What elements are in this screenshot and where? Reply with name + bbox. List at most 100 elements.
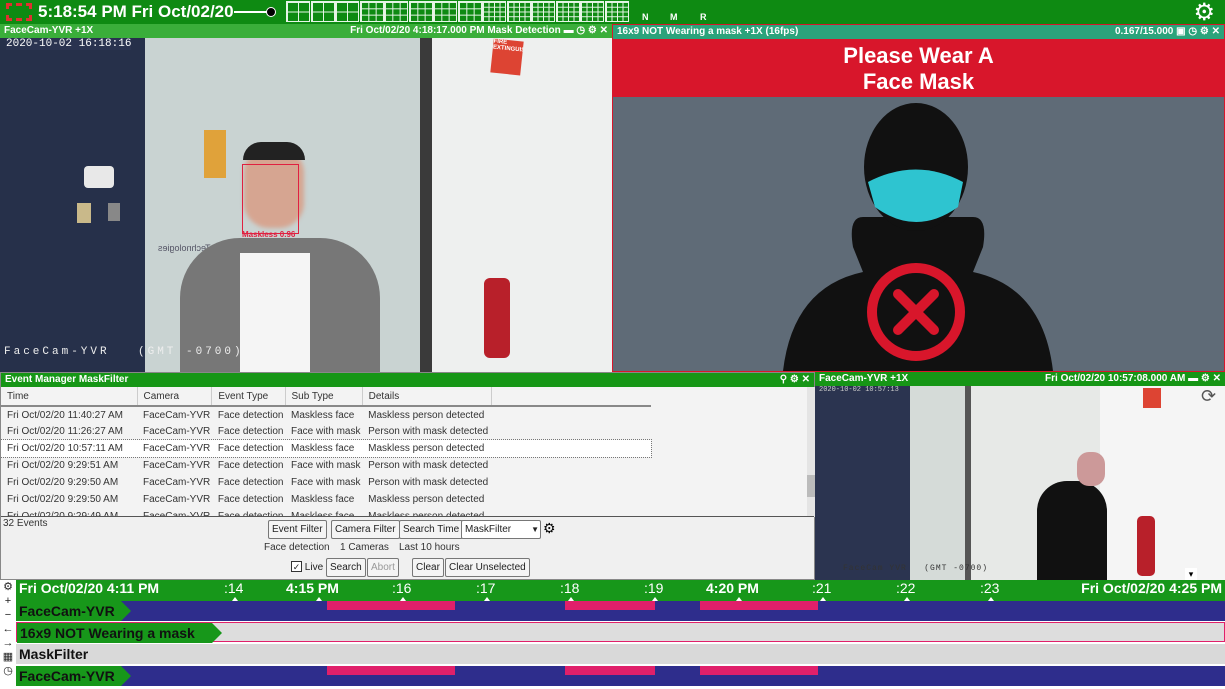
image-icon[interactable]: ▣ (1176, 26, 1185, 37)
timeline-row[interactable]: FaceCam-YVR (16, 601, 1225, 621)
layout-button-13[interactable] (580, 1, 604, 22)
layout-button-10[interactable] (506, 1, 531, 22)
layout-button-7[interactable] (433, 1, 457, 22)
camera-title: FaceCam-YVR +1X (4, 25, 94, 36)
detection-label: Maskless 0.96 (242, 230, 296, 239)
event-row[interactable]: Fri Oct/02/20 11:40:27 AM FaceCam-YVR Face… (1, 406, 651, 423)
event-segment[interactable] (699, 601, 819, 610)
marker-n[interactable]: N (642, 12, 649, 22)
event-cell: FaceCam-YVR (143, 494, 211, 505)
event-row[interactable]: Fri Oct/02/20 10:57:11 AM FaceCam-YVR Face… (1, 439, 652, 458)
timeline-tick-label: :21 (812, 580, 832, 596)
column-header-event-type[interactable]: Event Type (211, 387, 286, 406)
timeline-end-label: Fri Oct/02/20 4:25 PM (1081, 580, 1222, 596)
abort-button[interactable]: Abort (367, 558, 399, 577)
marker-r[interactable]: R (700, 12, 707, 22)
filter-select[interactable]: MaskFilter ▼ (461, 520, 541, 539)
events-table: Time Camera Event Type Sub Type Details Fri … (1, 387, 652, 517)
banner-line-1: Please Wear A (843, 43, 994, 68)
column-header-details[interactable]: Details (362, 387, 492, 406)
event-cell: Fri Oct/02/20 9:29:50 AM (7, 477, 119, 488)
event-cell: Face with mask (291, 460, 361, 471)
clock-icon[interactable]: ◷ (576, 25, 585, 36)
clear-unselected-button[interactable]: Clear Unselected (445, 558, 530, 577)
zoom-in-icon[interactable]: + (0, 594, 16, 608)
close-icon[interactable]: ✕ (1212, 26, 1220, 37)
clock-icon[interactable]: ◷ (1188, 26, 1197, 37)
record-icon[interactable]: ▬ (1188, 373, 1198, 384)
event-cell: Face detection (217, 443, 284, 454)
event-segment[interactable] (564, 666, 656, 675)
gear-icon[interactable]: ⚙ (0, 580, 16, 594)
arrow-right-icon[interactable]: → (0, 636, 16, 650)
events-scrollbar[interactable] (807, 387, 815, 517)
event-cell-blank (491, 423, 651, 440)
search-button[interactable]: Search (326, 558, 366, 577)
timeline-tick-label: :18 (560, 580, 580, 596)
top-toolbar: 5:18:54 PM Fri Oct/02/20 N M R ⚙ (0, 0, 1225, 27)
event-cell: Face detection (217, 477, 284, 488)
timeline-row[interactable]: FaceCam-YVR (16, 666, 1225, 686)
clear-button[interactable]: Clear (412, 558, 444, 577)
layout-button-1[interactable] (286, 1, 310, 22)
refresh-icon[interactable]: ⟳ (1201, 386, 1216, 407)
layout-button-12[interactable] (555, 1, 580, 22)
close-icon[interactable]: ✕ (1213, 373, 1221, 384)
event-segment[interactable] (564, 601, 656, 610)
timeline-row[interactable]: MaskFilter (16, 644, 1225, 664)
timeline-tick-label: 4:20 PM (706, 580, 759, 596)
search-time-button[interactable]: Search Time (399, 520, 464, 539)
event-row[interactable]: Fri Oct/02/20 11:26:27 AM FaceCam-YVR Face… (1, 423, 651, 440)
event-cell: Face detection (217, 409, 284, 421)
filter-settings-gear-icon[interactable]: ⚙ (543, 520, 556, 537)
event-filter-value: Face detection (264, 542, 330, 553)
column-header-sub-type[interactable]: Sub Type (285, 387, 363, 406)
download-icon[interactable]: ▾ (1185, 568, 1197, 580)
app-logo-icon[interactable] (6, 3, 32, 21)
event-segment[interactable] (326, 666, 455, 675)
event-row[interactable]: Fri Oct/02/20 9:29:50 AM FaceCam-YVR Face … (1, 474, 651, 491)
timeline-ruler[interactable]: Fri Oct/02/20 4:11 PM Fri Oct/02/20 4:25… (16, 580, 1225, 601)
timeline-row[interactable]: 16x9 NOT Wearing a mask (16, 622, 1225, 643)
video-feed[interactable]: 2020-10-02 10:57:13 ⟳ FaceCam YVR (GMT -… (815, 386, 1225, 580)
layout-button-14[interactable] (604, 1, 629, 22)
volume-slider[interactable] (226, 6, 276, 18)
gear-icon[interactable]: ⚙ (790, 374, 799, 385)
clock-icon[interactable]: ◷ (0, 664, 16, 678)
timeline-tick-label: :19 (644, 580, 664, 596)
mask-silhouette-illustration (783, 103, 1053, 371)
close-icon[interactable]: ✕ (600, 25, 608, 36)
detection-box (242, 164, 299, 234)
search-icon[interactable]: ⚲ (780, 374, 787, 385)
marker-m[interactable]: M (670, 12, 678, 22)
event-segment[interactable] (326, 601, 455, 610)
arrow-left-icon[interactable]: ← (0, 622, 16, 636)
event-row[interactable]: Fri Oct/02/20 9:29:50 AM FaceCam-YVR Face … (1, 491, 651, 508)
column-header-camera[interactable]: Camera (137, 387, 213, 406)
event-segment[interactable] (699, 666, 819, 675)
layout-button-3[interactable] (335, 1, 359, 22)
record-icon[interactable]: ▬ (564, 25, 574, 36)
event-filter-button[interactable]: Event Filter (268, 520, 327, 539)
layout-button-2[interactable] (310, 1, 335, 22)
event-cell: Maskless person detected (368, 443, 485, 454)
column-header-time[interactable]: Time (1, 387, 138, 406)
gear-icon[interactable]: ⚙ (588, 25, 597, 36)
camera-filter-button[interactable]: Camera Filter (331, 520, 400, 539)
layout-button-8[interactable] (457, 1, 482, 22)
layout-button-6[interactable] (408, 1, 433, 22)
layout-button-11[interactable] (531, 1, 555, 22)
gear-icon[interactable]: ⚙ (1201, 373, 1210, 384)
calendar-icon[interactable]: ▦ (0, 650, 16, 664)
close-icon[interactable]: ✕ (802, 374, 810, 385)
camera-header: FaceCam-YVR +1X Fri Oct/02/20 10:57:08.0… (815, 372, 1225, 386)
event-row[interactable]: Fri Oct/02/20 9:29:51 AM FaceCam-YVR Face … (1, 457, 651, 474)
settings-gear-icon[interactable]: ⚙ (1193, 0, 1215, 27)
live-checkbox[interactable]: ✓ Live (291, 561, 323, 573)
gear-icon[interactable]: ⚙ (1200, 26, 1209, 37)
video-feed[interactable]: 2020-10-02 16:18:16 FIRE EXTINGUISHER er… (0, 38, 612, 372)
zoom-out-icon[interactable]: − (0, 608, 16, 622)
layout-button-9[interactable] (482, 1, 506, 22)
layout-button-4[interactable] (359, 1, 384, 22)
layout-button-5[interactable] (384, 1, 408, 22)
